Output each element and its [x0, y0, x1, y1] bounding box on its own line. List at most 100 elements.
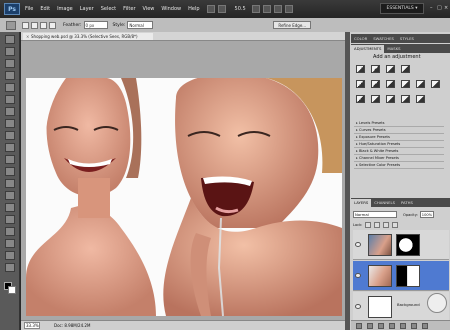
eyedropper-tool-icon[interactable] [5, 95, 15, 104]
background-color-swatch[interactable] [8, 286, 16, 294]
tab-swatches[interactable]: SWATCHES [370, 35, 397, 43]
minimize-button[interactable]: – [430, 5, 436, 11]
hue-saturation-icon[interactable] [371, 80, 380, 88]
curves-icon[interactable] [386, 65, 395, 73]
brush-tool-icon[interactable] [5, 119, 15, 128]
close-icon[interactable]: × [26, 33, 29, 40]
photo-filter-icon[interactable] [416, 80, 425, 88]
lock-all-icon[interactable] [392, 222, 399, 228]
eraser-tool-icon[interactable] [5, 155, 15, 164]
adjustment-layer-icon[interactable] [389, 322, 395, 329]
menu-window[interactable]: Window [161, 6, 181, 12]
tab-layers[interactable]: LAYERS [351, 199, 372, 207]
marquee-tool-preset-icon[interactable] [6, 20, 16, 30]
layer-mask-thumbnail[interactable] [396, 265, 420, 287]
visibility-eye-icon[interactable] [355, 304, 361, 309]
status-zoom-field[interactable]: 33.3% [24, 322, 40, 329]
feather-input[interactable]: 0 px [83, 21, 108, 29]
channel-mixer-icon[interactable] [431, 80, 440, 88]
menu-help[interactable]: Help [188, 6, 199, 12]
black-white-icon[interactable] [401, 80, 410, 88]
visibility-eye-icon[interactable] [355, 242, 361, 247]
shape-tool-icon[interactable] [5, 239, 15, 248]
new-layer-icon[interactable] [411, 322, 417, 329]
gradient-map-icon[interactable] [401, 95, 410, 103]
tab-styles[interactable]: STYLES [397, 35, 417, 43]
levels-icon[interactable] [371, 65, 380, 73]
visibility-eye-icon[interactable] [355, 273, 361, 278]
blend-mode-select[interactable]: Normal [353, 211, 397, 218]
zoom-tool-icon[interactable] [5, 263, 15, 272]
zoom-tool-icon[interactable] [262, 5, 271, 13]
add-mask-icon[interactable] [378, 322, 384, 329]
tab-channels[interactable]: CHANNELS [371, 199, 398, 207]
layer-row-selected[interactable] [353, 261, 449, 291]
healing-brush-tool-icon[interactable] [5, 107, 15, 116]
zoom-level[interactable]: 50.5 [235, 6, 246, 12]
type-tool-icon[interactable] [5, 215, 15, 224]
gradient-tool-icon[interactable] [5, 167, 15, 176]
layer-style-icon[interactable] [367, 322, 373, 329]
screen-mode-icon[interactable] [284, 5, 293, 13]
subtract-selection-icon[interactable] [40, 21, 47, 29]
hand-tool-icon[interactable] [251, 5, 260, 13]
preset-levels[interactable]: Levels Presets [354, 120, 444, 127]
dodge-tool-icon[interactable] [5, 191, 15, 200]
preset-hue-saturation[interactable]: Hue/Saturation Presets [354, 141, 444, 148]
crop-tool-icon[interactable] [5, 83, 15, 92]
preset-selective-color[interactable]: Selective Color Presets [354, 162, 444, 169]
maximize-button[interactable]: □ [437, 5, 443, 11]
link-layers-icon[interactable] [356, 322, 362, 329]
hand-tool-icon[interactable] [5, 251, 15, 260]
move-tool-icon[interactable] [5, 35, 15, 44]
exposure-icon[interactable] [401, 65, 410, 73]
marquee-tool-icon[interactable] [5, 47, 15, 56]
threshold-icon[interactable] [386, 95, 395, 103]
intersect-selection-icon[interactable] [49, 21, 56, 29]
menu-image[interactable]: Image [57, 6, 73, 12]
layer-row[interactable] [353, 230, 449, 260]
arrange-documents-icon[interactable] [273, 5, 282, 13]
history-brush-tool-icon[interactable] [5, 143, 15, 152]
preset-channel-mixer[interactable]: Channel Mixer Presets [354, 155, 444, 162]
selective-color-icon[interactable] [416, 95, 425, 103]
menu-file[interactable]: File [25, 6, 33, 12]
document-tab[interactable]: × Shopping web.psd @ 33.3% (Selective Se… [23, 33, 153, 40]
style-select[interactable]: Normal [127, 21, 154, 29]
vibrance-icon[interactable] [356, 80, 365, 88]
pen-tool-icon[interactable] [5, 203, 15, 212]
menu-view[interactable]: View [143, 6, 155, 12]
blur-tool-icon[interactable] [5, 179, 15, 188]
workspace-switcher[interactable]: ESSENTIALS ▾ [380, 3, 424, 14]
quick-selection-tool-icon[interactable] [5, 71, 15, 80]
tab-masks[interactable]: MASKS [384, 45, 403, 53]
add-selection-icon[interactable] [31, 21, 38, 29]
path-selection-tool-icon[interactable] [5, 227, 15, 236]
menu-select[interactable]: Select [101, 6, 116, 12]
posterize-icon[interactable] [371, 95, 380, 103]
preset-black-white[interactable]: Black & White Presets [354, 148, 444, 155]
brightness-contrast-icon[interactable] [356, 65, 365, 73]
lock-pixels-icon[interactable] [374, 222, 381, 228]
tab-adjustments[interactable]: ADJUSTMENTS [351, 45, 385, 53]
clone-stamp-tool-icon[interactable] [5, 131, 15, 140]
opacity-input[interactable]: 100% [419, 211, 434, 218]
preset-curves[interactable]: Curves Presets [354, 127, 444, 134]
document-canvas[interactable] [26, 78, 342, 316]
bridge-icon[interactable] [206, 5, 215, 13]
new-selection-icon[interactable] [22, 21, 29, 29]
color-balance-icon[interactable] [386, 80, 395, 88]
new-group-icon[interactable] [400, 322, 406, 329]
refine-edge-button[interactable]: Refine Edge... [273, 21, 312, 29]
menu-edit[interactable]: Edit [40, 6, 50, 12]
preset-exposure[interactable]: Exposure Presets [354, 134, 444, 141]
menu-filter[interactable]: Filter [123, 6, 135, 12]
invert-icon[interactable] [356, 95, 365, 103]
tab-paths[interactable]: PATHS [398, 199, 416, 207]
layer-mask-thumbnail[interactable] [396, 234, 420, 256]
lasso-tool-icon[interactable] [5, 59, 15, 68]
delete-layer-icon[interactable] [422, 322, 428, 329]
lock-transparency-icon[interactable] [365, 222, 372, 228]
close-button[interactable]: × [444, 5, 450, 11]
mini-bridge-icon[interactable] [217, 5, 226, 13]
